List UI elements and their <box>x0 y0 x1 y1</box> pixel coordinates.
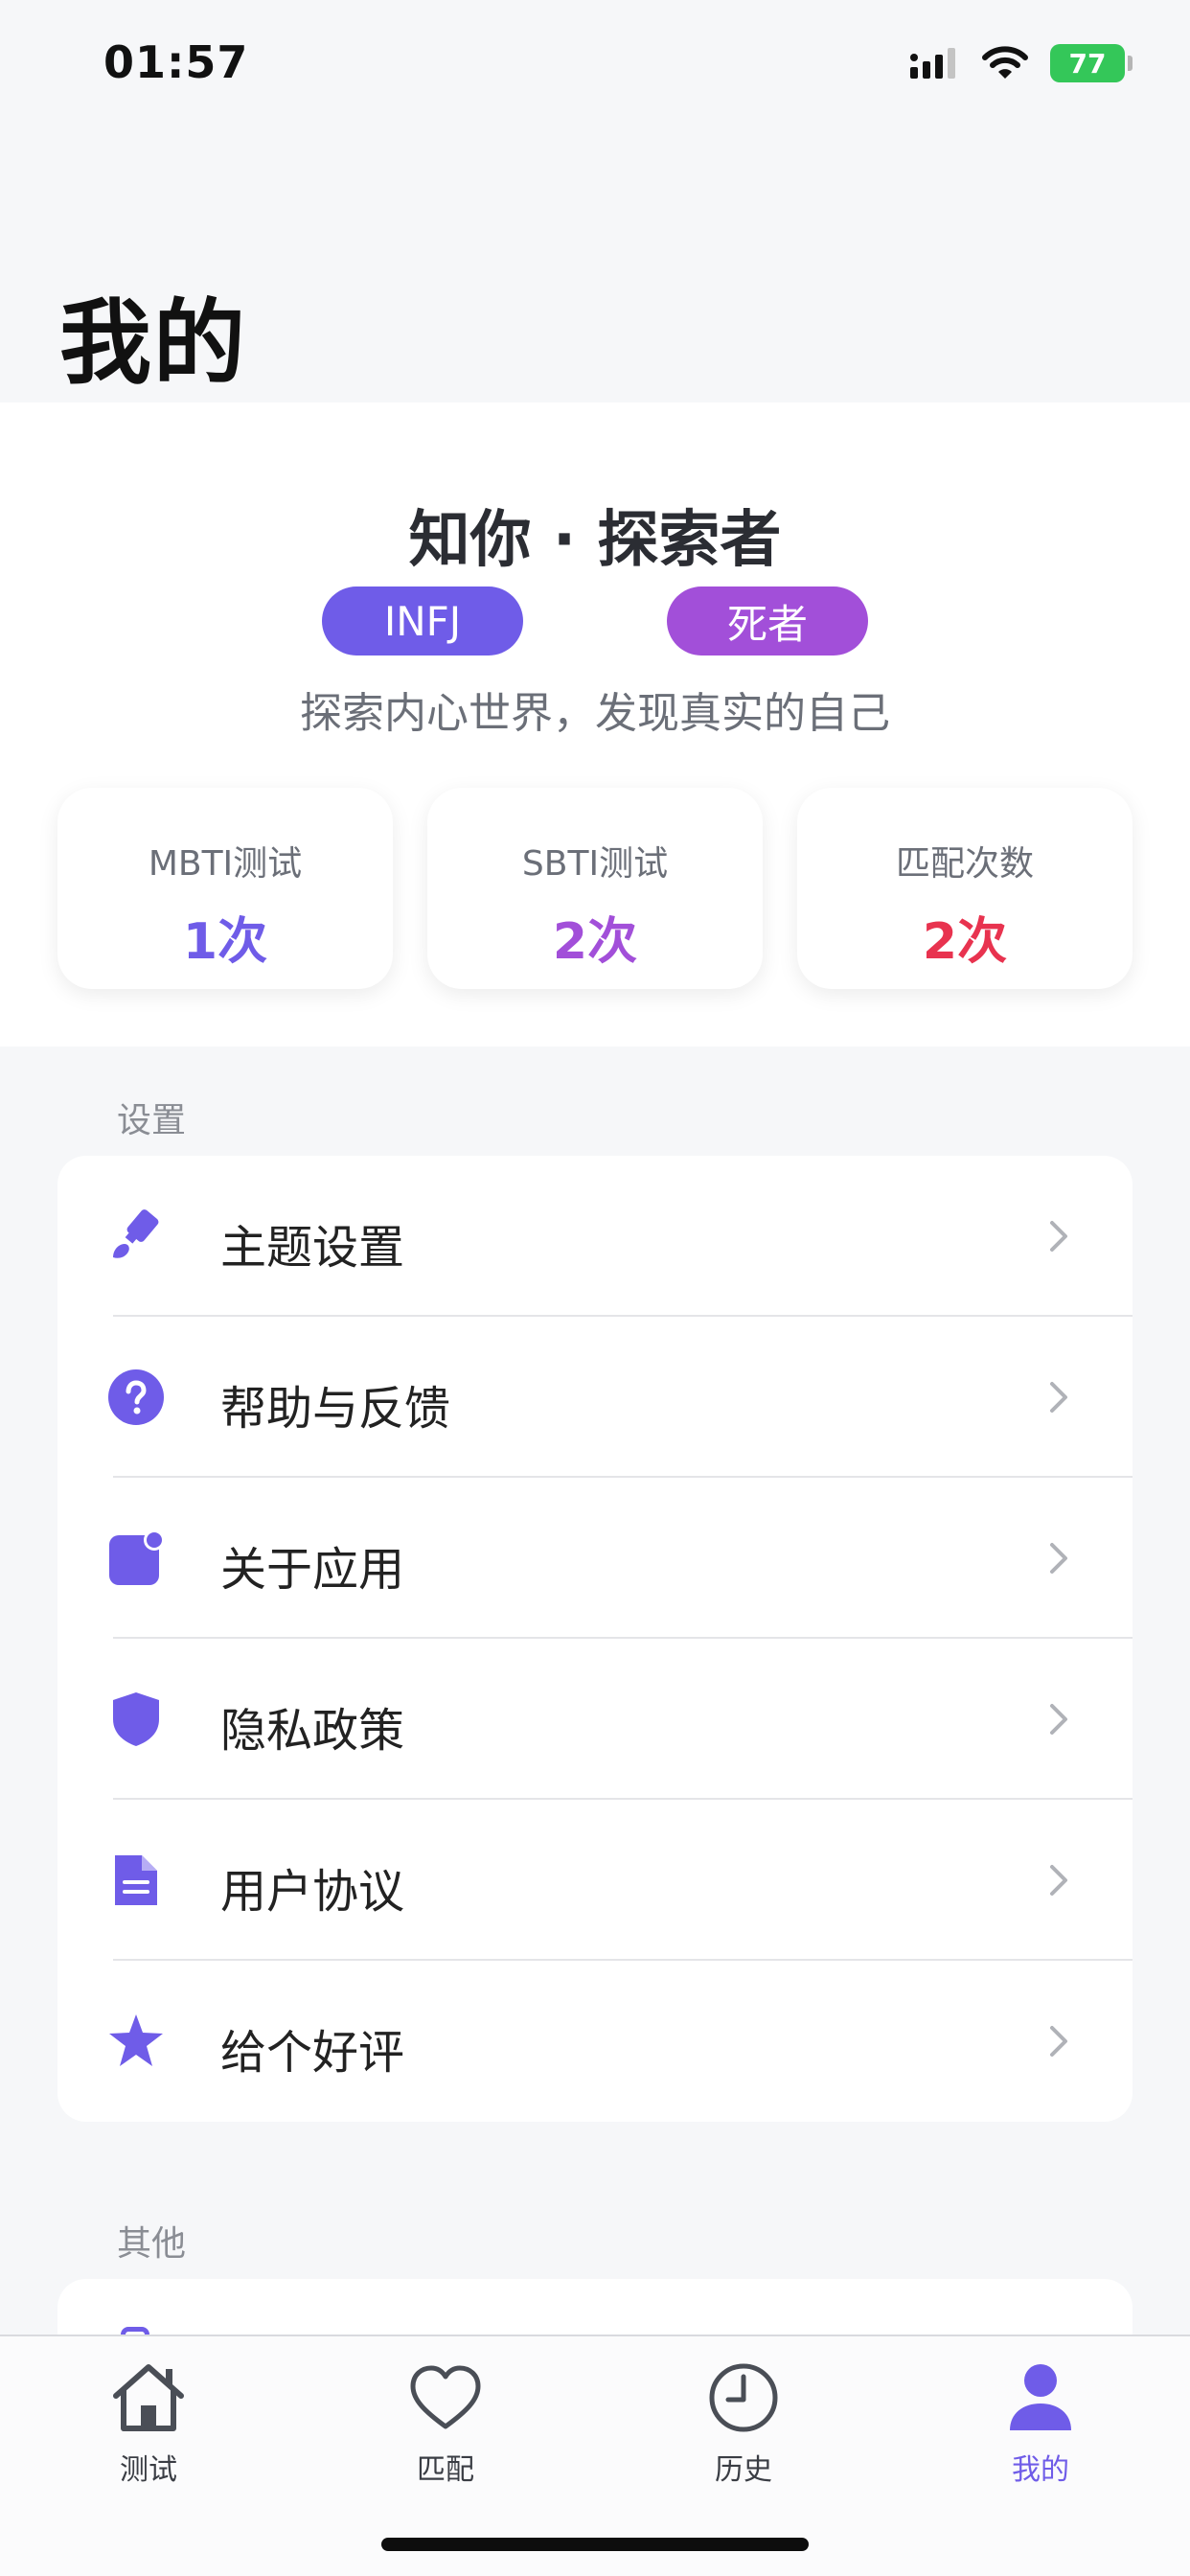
tab-match[interactable]: 匹配 <box>350 2358 541 2488</box>
app-badge-icon <box>107 1530 165 1587</box>
menu-item-rate-app[interactable]: 给个好评 <box>57 1961 1133 2122</box>
menu-item-label: 给个好评 <box>220 2026 405 2080</box>
battery-icon: 77 <box>1050 44 1133 82</box>
other-section-label: 其他 <box>117 2224 187 2264</box>
stat-card-match: 匹配次数 2次 <box>797 788 1133 989</box>
settings-section-label: 设置 <box>117 1101 187 1140</box>
tab-history[interactable]: 历史 <box>648 2358 839 2488</box>
chevron-right-icon <box>1050 1865 1067 1896</box>
stat-label: SBTI测试 <box>521 844 669 884</box>
menu-item-label: 关于应用 <box>220 1543 405 1597</box>
profile-motto: 探索内心世界，发现真实的自己 <box>300 689 890 738</box>
person-icon <box>1010 2364 1071 2430</box>
chevron-right-icon <box>1050 2026 1067 2057</box>
paint-brush-icon <box>107 1208 165 1265</box>
tab-label: 我的 <box>1012 2453 1069 2487</box>
mbti-type-badge: INFJ <box>322 586 523 656</box>
cellular-signal-icon <box>910 48 955 79</box>
chevron-right-icon <box>1050 1382 1067 1413</box>
document-icon <box>107 1852 165 1909</box>
tab-test[interactable]: 测试 <box>53 2358 244 2488</box>
stat-value: 2次 <box>922 913 1008 971</box>
menu-item-label: 主题设置 <box>220 1221 405 1275</box>
chevron-right-icon <box>1050 1543 1067 1574</box>
battery-level: 77 <box>1068 47 1107 80</box>
tab-profile[interactable]: 我的 <box>945 2358 1136 2488</box>
profile-name: 知你 · 探索者 <box>408 505 782 576</box>
status-time: 01:57 <box>103 36 249 88</box>
profile-card: 知你 · 探索者 INFJ 死者 探索内心世界，发现真实的自己 MBTI测试 1… <box>0 402 1190 1046</box>
page-title: 我的 <box>59 289 247 397</box>
menu-item-privacy-policy[interactable]: 隐私政策 <box>57 1639 1133 1800</box>
chevron-right-icon <box>1050 1704 1067 1735</box>
menu-item-user-agreement[interactable]: 用户协议 <box>57 1800 1133 1961</box>
menu-item-label: 帮助与反馈 <box>220 1382 451 1436</box>
wifi-icon <box>982 46 1028 79</box>
tab-label: 匹配 <box>417 2453 474 2487</box>
stat-card-mbti: MBTI测试 1次 <box>57 788 393 989</box>
settings-menu: 主题设置 帮助与反馈 关于应用 隐私政策 用户协议 给个好评 <box>57 1156 1133 2122</box>
sbti-type-badge: 死者 <box>667 586 868 656</box>
status-icons: 77 <box>908 42 1133 84</box>
stat-label: 匹配次数 <box>895 844 1034 884</box>
stat-value: 1次 <box>182 913 268 971</box>
menu-item-theme-settings[interactable]: 主题设置 <box>57 1156 1133 1317</box>
heart-icon <box>410 2365 481 2429</box>
menu-item-label: 隐私政策 <box>220 1704 405 1758</box>
status-bar: 01:57 77 <box>0 0 1190 134</box>
stat-label: MBTI测试 <box>148 844 303 884</box>
star-icon <box>107 2012 165 2070</box>
question-circle-icon <box>107 1368 165 1426</box>
tab-label: 历史 <box>715 2453 772 2487</box>
stat-value: 2次 <box>552 913 638 971</box>
menu-item-label: 用户协议 <box>220 1865 405 1919</box>
profile-page: 01:57 77 我的 知你 · 探索者 INFJ 死者 探索内心世界，发现真实… <box>0 0 1190 2576</box>
menu-item-about-app[interactable]: 关于应用 <box>57 1478 1133 1639</box>
stat-card-sbti: SBTI测试 2次 <box>427 788 763 989</box>
chevron-right-icon <box>1050 1221 1067 1252</box>
menu-item-help-feedback[interactable]: 帮助与反馈 <box>57 1317 1133 1478</box>
shield-icon <box>107 1690 165 1748</box>
home-indicator[interactable] <box>381 2538 809 2551</box>
clock-icon <box>709 2363 778 2432</box>
tab-label: 测试 <box>120 2453 177 2487</box>
home-icon <box>113 2364 184 2431</box>
